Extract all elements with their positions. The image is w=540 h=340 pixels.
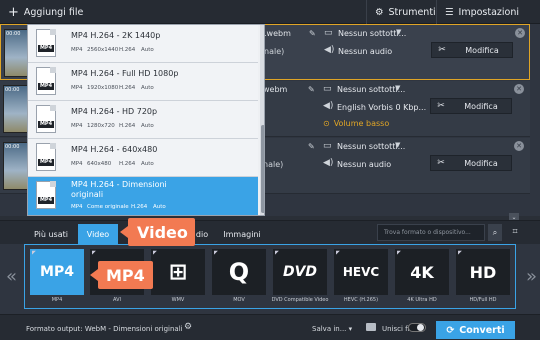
tools-label: Strumenti	[388, 6, 436, 18]
merge-files-toggle[interactable]	[408, 323, 426, 332]
dropdown-scrollbar[interactable]	[260, 25, 264, 215]
plus-icon: +	[8, 4, 19, 20]
subtitles-icon: ▭	[323, 141, 332, 151]
scroll-left-icon[interactable]: «	[6, 266, 17, 287]
file-icon: MP4	[36, 105, 56, 133]
tools-button[interactable]: ⚙ Strumenti	[366, 0, 444, 24]
preset-item[interactable]: MP4 MP4 H.264 - HD 720p MP4 1280x720 H.264…	[28, 101, 258, 139]
tab-most-used[interactable]: Più usati	[28, 224, 74, 245]
edit-pencil-icon[interactable]: ✎	[308, 85, 315, 94]
format-mov[interactable]: ◤ Q MOV	[212, 249, 266, 309]
tab-video[interactable]: Video	[78, 224, 118, 245]
edit-pencil-icon[interactable]: ✎	[308, 142, 315, 151]
edit-button[interactable]: ✂ Modifica	[430, 155, 512, 171]
search-icon[interactable]: ⌕	[488, 224, 502, 241]
hevc-icon: ◤ HEVC	[334, 249, 388, 295]
format-mp4[interactable]: ◤ MP4 MP4	[30, 249, 84, 309]
settings-button[interactable]: ☰ Impostazioni	[436, 0, 527, 24]
edit-button[interactable]: ✂ Modifica	[430, 98, 512, 114]
scissors-icon: ✂	[438, 45, 446, 55]
refresh-icon: ⟳	[446, 324, 455, 336]
add-files-label: Aggiungi file	[23, 6, 84, 18]
format-wmv[interactable]: ◤ ⊞ WMV	[151, 249, 205, 309]
tab-images[interactable]: Immagini	[220, 224, 264, 245]
4k-icon: ◤ 4K	[395, 249, 449, 295]
audio-select[interactable]: Nessun audio	[338, 47, 392, 56]
low-volume-warning: ⊙ Volume basso	[323, 119, 390, 128]
chevron-down-icon[interactable]: ▼	[396, 28, 401, 36]
format-search-input[interactable]: Trova formato o dispositivo...	[377, 224, 485, 241]
format-tabs: Più usati Video dio Immagini Trova forma…	[0, 220, 540, 245]
tab-audio[interactable]: dio	[194, 224, 210, 245]
scroll-thumb[interactable]	[261, 125, 264, 213]
convert-button[interactable]: ⟳ Converti	[436, 321, 515, 339]
preset-item[interactable]: MP4 MP4 H.264 - 2K 1440p MP4 2560x1440 H.2…	[28, 25, 258, 63]
audio-icon: ◀)	[323, 158, 334, 168]
file-icon: MP4	[36, 143, 56, 171]
chevron-down-icon[interactable]: ▼	[395, 84, 400, 92]
mp4-callout: MP4	[90, 261, 153, 289]
dvd-icon: ◤ DVD	[273, 249, 327, 295]
file-icon: MP4	[36, 67, 56, 95]
bottom-bar: Formato output: WebM - Dimensioni origin…	[0, 314, 540, 340]
quicktime-icon: ◤ Q	[212, 249, 266, 295]
format-hd[interactable]: ◤ HD HD/Full HD	[456, 249, 510, 309]
close-icon[interactable]: ✕	[514, 84, 524, 94]
warning-icon: ⊙	[323, 119, 330, 128]
folder-icon[interactable]	[366, 323, 376, 331]
format-dvd[interactable]: ◤ DVD DVD Compatible Video	[272, 249, 328, 309]
scissors-icon: ✂	[437, 158, 445, 168]
channel-label: nale)	[264, 47, 285, 56]
file-format: .webm	[264, 29, 291, 38]
gear-icon[interactable]: ⚙	[184, 322, 192, 332]
scissors-icon: ✂	[437, 101, 445, 111]
format-4k[interactable]: ◤ 4K 4K Ultra HD	[395, 249, 449, 309]
preset-dropdown[interactable]: MP4 MP4 H.264 - 2K 1440p MP4 2560x1440 H.2…	[27, 24, 265, 216]
subtitles-icon: ▭	[323, 84, 332, 94]
hd-icon: ◤ HD	[456, 249, 510, 295]
menu-icon: ☰	[445, 6, 454, 18]
format-hevc[interactable]: ◤ HEVC HEVC (H.265)	[334, 249, 388, 309]
mp4-icon: ◤ MP4	[30, 249, 84, 295]
close-icon[interactable]: ✕	[515, 28, 525, 38]
edit-button[interactable]: ✂ Modifica	[431, 42, 513, 58]
audio-icon: ◀)	[324, 45, 335, 55]
audio-select[interactable]: Nessun audio	[337, 160, 391, 169]
preset-item-selected[interactable]: MP4 MP4 H.264 - Dimensioni originali MP4…	[28, 177, 258, 215]
scroll-right-icon[interactable]: »	[526, 266, 537, 287]
preset-item[interactable]: MP4 MP4 H.264 - Full HD 1080p MP4 1920x10…	[28, 63, 258, 101]
file-format: webm	[263, 85, 288, 94]
channel-label: nale)	[263, 160, 284, 169]
audio-icon: ◀)	[323, 101, 334, 111]
close-icon[interactable]: ✕	[514, 141, 524, 151]
device-detect-icon[interactable]: ⌗	[506, 224, 524, 241]
chevron-down-icon[interactable]: ▼	[395, 141, 400, 149]
file-icon: MP4	[36, 181, 56, 209]
preset-item[interactable]: MP4 MP4 H.264 - 640x480 MP4 640x480 H.264 A…	[28, 139, 258, 177]
tools-icon: ⚙	[375, 6, 384, 18]
audio-select[interactable]: English Vorbis 0 Kbp...	[337, 103, 426, 112]
edit-pencil-icon[interactable]: ✎	[309, 29, 316, 38]
top-toolbar: + Aggiungi file ⚙ Strumenti ☰ Impostazio…	[0, 0, 540, 24]
add-files-button[interactable]: + Aggiungi file	[0, 0, 91, 24]
subtitles-icon: ▭	[324, 28, 333, 38]
video-callout: Video	[120, 218, 195, 246]
save-in-select[interactable]: Salva in... ▾	[312, 325, 352, 333]
settings-label: Impostazioni	[458, 6, 520, 18]
output-format-label: Formato output: WebM - Dimensioni origin…	[26, 325, 183, 333]
windows-icon: ◤ ⊞	[151, 249, 205, 295]
file-icon: MP4	[36, 29, 56, 57]
